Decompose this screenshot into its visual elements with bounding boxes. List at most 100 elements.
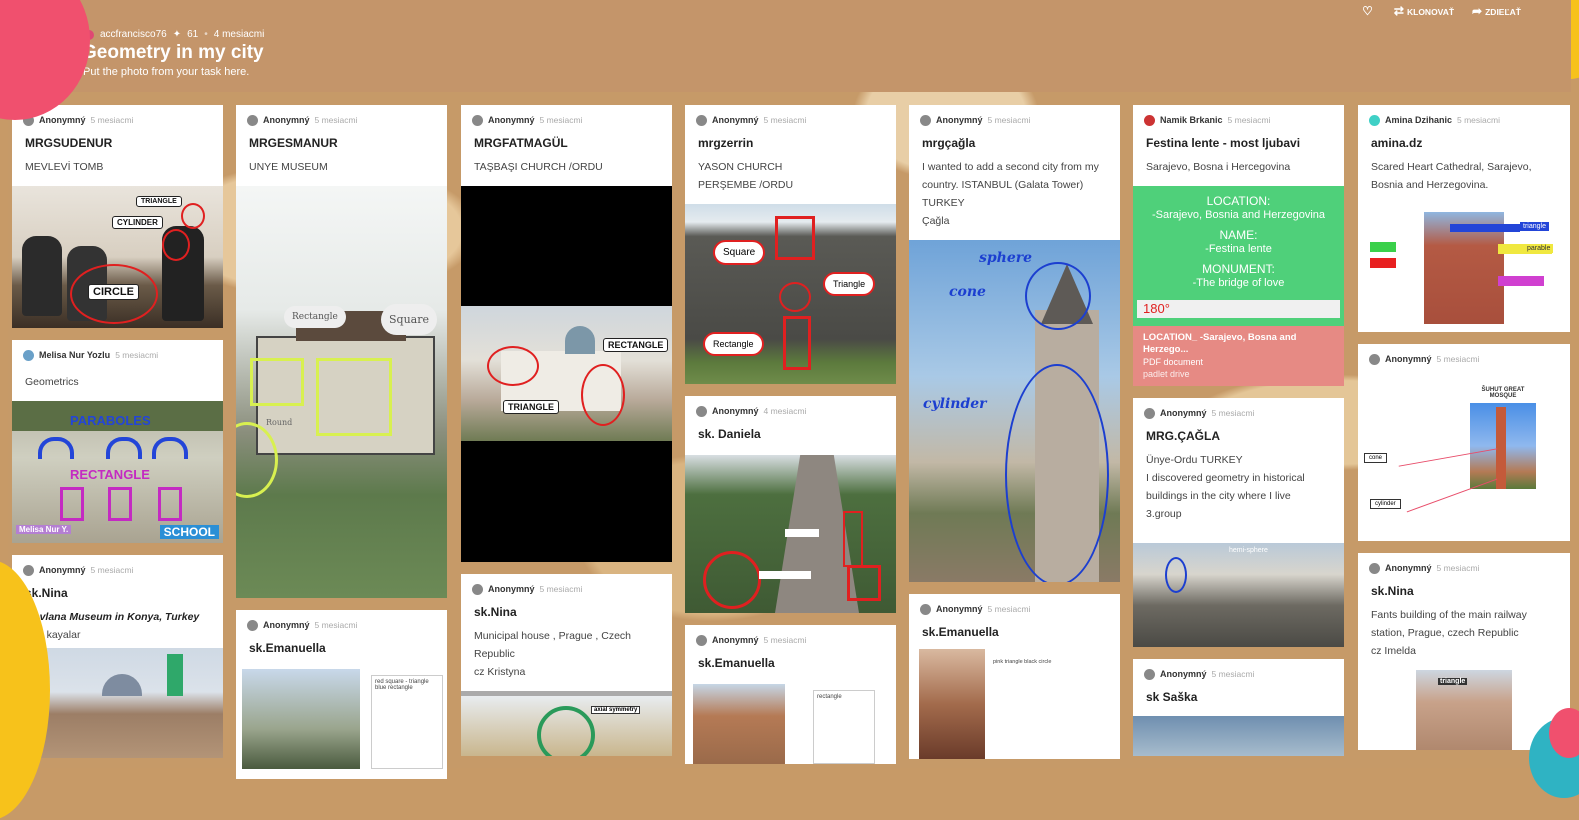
post-image[interactable]: rectangle bbox=[685, 684, 896, 764]
post-author: Anonymný bbox=[712, 406, 759, 416]
post-header: Anonymný 5 mesiacmi bbox=[1358, 553, 1570, 574]
post-author: Anonymný bbox=[263, 620, 310, 630]
post-image[interactable]: axial symmetry bbox=[461, 691, 672, 756]
shape-label: PARABOLES bbox=[70, 413, 151, 428]
post-card[interactable]: Anonymný 5 mesiacmi sk.Emanuella red squ… bbox=[236, 610, 447, 779]
post-image[interactable]: LOCATION: -Sarajevo, Bosnia and Herzegov… bbox=[1133, 186, 1344, 326]
post-title: sk.Emanuella bbox=[922, 625, 999, 639]
shape-label: hemi-sphere bbox=[1229, 547, 1268, 554]
column-2: Anonymný 5 mesiacmi MRGESMANUR UNYE MUSE… bbox=[236, 105, 447, 791]
image-caption: Melisa Nur Y. bbox=[16, 525, 72, 534]
heart-icon: ♡ bbox=[1362, 4, 1373, 18]
post-body: MEVLEVİ TOMB bbox=[25, 161, 104, 173]
avatar-icon bbox=[247, 114, 258, 126]
post-card[interactable]: Anonymný 5 mesiacmi MRGSUDENUR MEVLEVİ T… bbox=[12, 105, 223, 328]
shape-label: cylinder bbox=[1370, 499, 1401, 509]
post-header: Amina Dzihanic 5 mesiacmi bbox=[1358, 105, 1570, 126]
post-image[interactable]: ŠUHUT GREAT MOSQUE cone cylinder bbox=[1358, 377, 1570, 541]
post-image[interactable] bbox=[1133, 716, 1344, 756]
post-card[interactable]: Melisa Nur Yozlu 5 mesiacmi Geometrics P… bbox=[12, 340, 223, 543]
post-body-line: Çağla bbox=[922, 215, 950, 227]
post-header: Anonymný 5 mesiacmi bbox=[12, 555, 223, 576]
pdf-source: padlet drive bbox=[1143, 369, 1190, 379]
post-card[interactable]: Amina Dzihanic 5 mesiacmi amina.dz Scare… bbox=[1358, 105, 1570, 332]
post-image[interactable]: RECTANGLE TRIANGLE bbox=[461, 186, 672, 562]
post-title: sk.Nina bbox=[1371, 584, 1414, 598]
post-body: Sarajevo, Bosna i Hercegovina bbox=[1146, 161, 1291, 173]
image-note: red square - triangle blue rectangle bbox=[371, 675, 443, 769]
post-time: 5 mesiacmi bbox=[314, 115, 358, 125]
post-author: Anonymný bbox=[936, 604, 983, 614]
column-5: Anonymný 5 mesiacmi mrgçağla I wanted to… bbox=[909, 105, 1120, 771]
post-card[interactable]: Anonymný 5 mesiacmi MRGESMANUR UNYE MUSE… bbox=[236, 105, 447, 598]
post-card[interactable]: Anonymný 5 mesiacmi sk Saška bbox=[1133, 659, 1344, 756]
post-card[interactable]: Anonymný 5 mesiacmi mrgçağla I wanted to… bbox=[909, 105, 1120, 582]
post-card[interactable]: Anonymný 5 mesiacmi sk.Emanuella pink tr… bbox=[909, 594, 1120, 759]
post-image[interactable]: TRIANGLE CYLINDER CIRCLE bbox=[12, 186, 223, 328]
post-author: Anonymný bbox=[1160, 669, 1207, 679]
post-title: Festina lente - most ljubavi bbox=[1146, 136, 1301, 150]
post-body-line: Fants building of the main railway stati… bbox=[1371, 609, 1527, 639]
post-title: MRG.ÇAĞLA bbox=[1146, 429, 1220, 443]
post-image[interactable]: PARABOLES RECTANGLE Melisa Nur Y. SCHOOL bbox=[12, 401, 223, 543]
post-image[interactable] bbox=[685, 455, 896, 613]
post-body-line: Municipal house , Prague , Czech Republi… bbox=[474, 630, 632, 660]
post-card[interactable]: Anonymný 5 mesiacmi mrgzerrin YASON CHUR… bbox=[685, 105, 896, 384]
post-card[interactable]: Anonymný 4 mesiacmi sk. Daniela bbox=[685, 396, 896, 613]
separator-dot: • bbox=[204, 29, 208, 40]
like-button[interactable]: ♡ bbox=[1362, 4, 1376, 18]
post-card[interactable]: Anonymný 5 mesiacmi MRG.ÇAĞLA Ünye-Ordu … bbox=[1133, 398, 1344, 647]
post-author: Anonymný bbox=[488, 115, 535, 125]
post-image[interactable]: triangle parable bbox=[1358, 204, 1570, 332]
share-icon: ➦ bbox=[1472, 4, 1483, 18]
post-card[interactable]: Anonymný 5 mesiacmi sk.Nina Municipal ho… bbox=[461, 574, 672, 756]
shape-label: triangle bbox=[1438, 678, 1468, 685]
post-card[interactable]: Anonymný 5 mesiacmi ŠUHUT GREAT MOSQUE c… bbox=[1358, 344, 1570, 541]
post-header: Anonymný 5 mesiacmi bbox=[685, 625, 896, 646]
post-card[interactable]: Namik Brkanic 5 mesiacmi Festina lente -… bbox=[1133, 105, 1344, 386]
share-button[interactable]: ➦ ZDIEĽAŤ bbox=[1472, 4, 1521, 18]
post-card[interactable]: Anonymný 5 mesiacmi MRGFATMAGÜL TAŞBAŞI … bbox=[461, 105, 672, 562]
post-time: 5 mesiacmi bbox=[763, 635, 807, 645]
post-image[interactable]: Square Triangle Rectangle bbox=[685, 204, 896, 384]
post-image[interactable]: hemi-sphere bbox=[1133, 543, 1344, 647]
post-image[interactable]: pink triangle black circle bbox=[909, 649, 1120, 759]
post-body-line: I wanted to add a second city from my co… bbox=[922, 161, 1099, 191]
board-time: 4 mesiacmi bbox=[213, 29, 265, 40]
avatar-icon bbox=[1144, 407, 1155, 419]
post-author: Anonymný bbox=[1160, 408, 1207, 418]
post-image[interactable]: Rectangle Square Round bbox=[236, 186, 447, 598]
post-time: 5 mesiacmi bbox=[763, 115, 807, 125]
pdf-attachment[interactable]: LOCATION_ -Sarajevo, Bosna and Herzego..… bbox=[1133, 326, 1344, 386]
top-actions: ♡ ⇄ KLONOVAŤ ➦ ZDIEĽAŤ bbox=[1362, 4, 1521, 18]
post-image[interactable]: red square - triangle blue rectangle bbox=[236, 669, 447, 779]
info-heading: MONUMENT: bbox=[1202, 262, 1275, 276]
post-author: Namik Brkanic bbox=[1160, 115, 1223, 125]
clone-button[interactable]: ⇄ KLONOVAŤ bbox=[1394, 4, 1454, 18]
avatar-icon bbox=[696, 634, 707, 646]
avatar-icon bbox=[472, 583, 483, 595]
image-note: pink triangle black circle bbox=[993, 659, 1052, 665]
post-title: MRGFATMAGÜL bbox=[474, 136, 568, 150]
post-author: Anonymný bbox=[39, 115, 86, 125]
post-body-line: TURKEY bbox=[922, 197, 965, 209]
post-title: MRGSUDENUR bbox=[25, 136, 113, 150]
post-card[interactable]: Anonymný 5 mesiacmi sk.Emanuella rectang… bbox=[685, 625, 896, 764]
post-title: amina.dz bbox=[1371, 136, 1423, 150]
post-time: 4 mesiacmi bbox=[763, 406, 807, 416]
post-image[interactable]: sphere cone cylinder bbox=[909, 240, 1120, 582]
repeat-icon: ⇄ bbox=[1393, 4, 1404, 18]
post-time: 5 mesiacmi bbox=[90, 115, 134, 125]
post-author: Anonymný bbox=[936, 115, 983, 125]
post-body-line: Mevlana Museum in Konya, Turkey bbox=[25, 611, 200, 623]
post-author: Anonymný bbox=[263, 115, 310, 125]
board-author[interactable]: accfrancisco76 bbox=[100, 29, 167, 40]
post-title: sk.Nina bbox=[25, 586, 68, 600]
post-header: Melisa Nur Yozlu 5 mesiacmi bbox=[12, 340, 223, 361]
post-body: Municipal house , Prague , Czech Republi… bbox=[461, 619, 672, 691]
column-3: Anonymný 5 mesiacmi MRGFATMAGÜL TAŞBAŞI … bbox=[461, 105, 672, 768]
post-body: Ünye-Ordu TURKEY I discovered geometry i… bbox=[1133, 443, 1344, 533]
post-card[interactable]: Anonymný 5 mesiacmi sk.Nina Fants buildi… bbox=[1358, 553, 1570, 750]
shape-label: Square bbox=[713, 240, 766, 265]
post-body: TAŞBAŞI CHURCH /ORDU bbox=[474, 161, 603, 173]
